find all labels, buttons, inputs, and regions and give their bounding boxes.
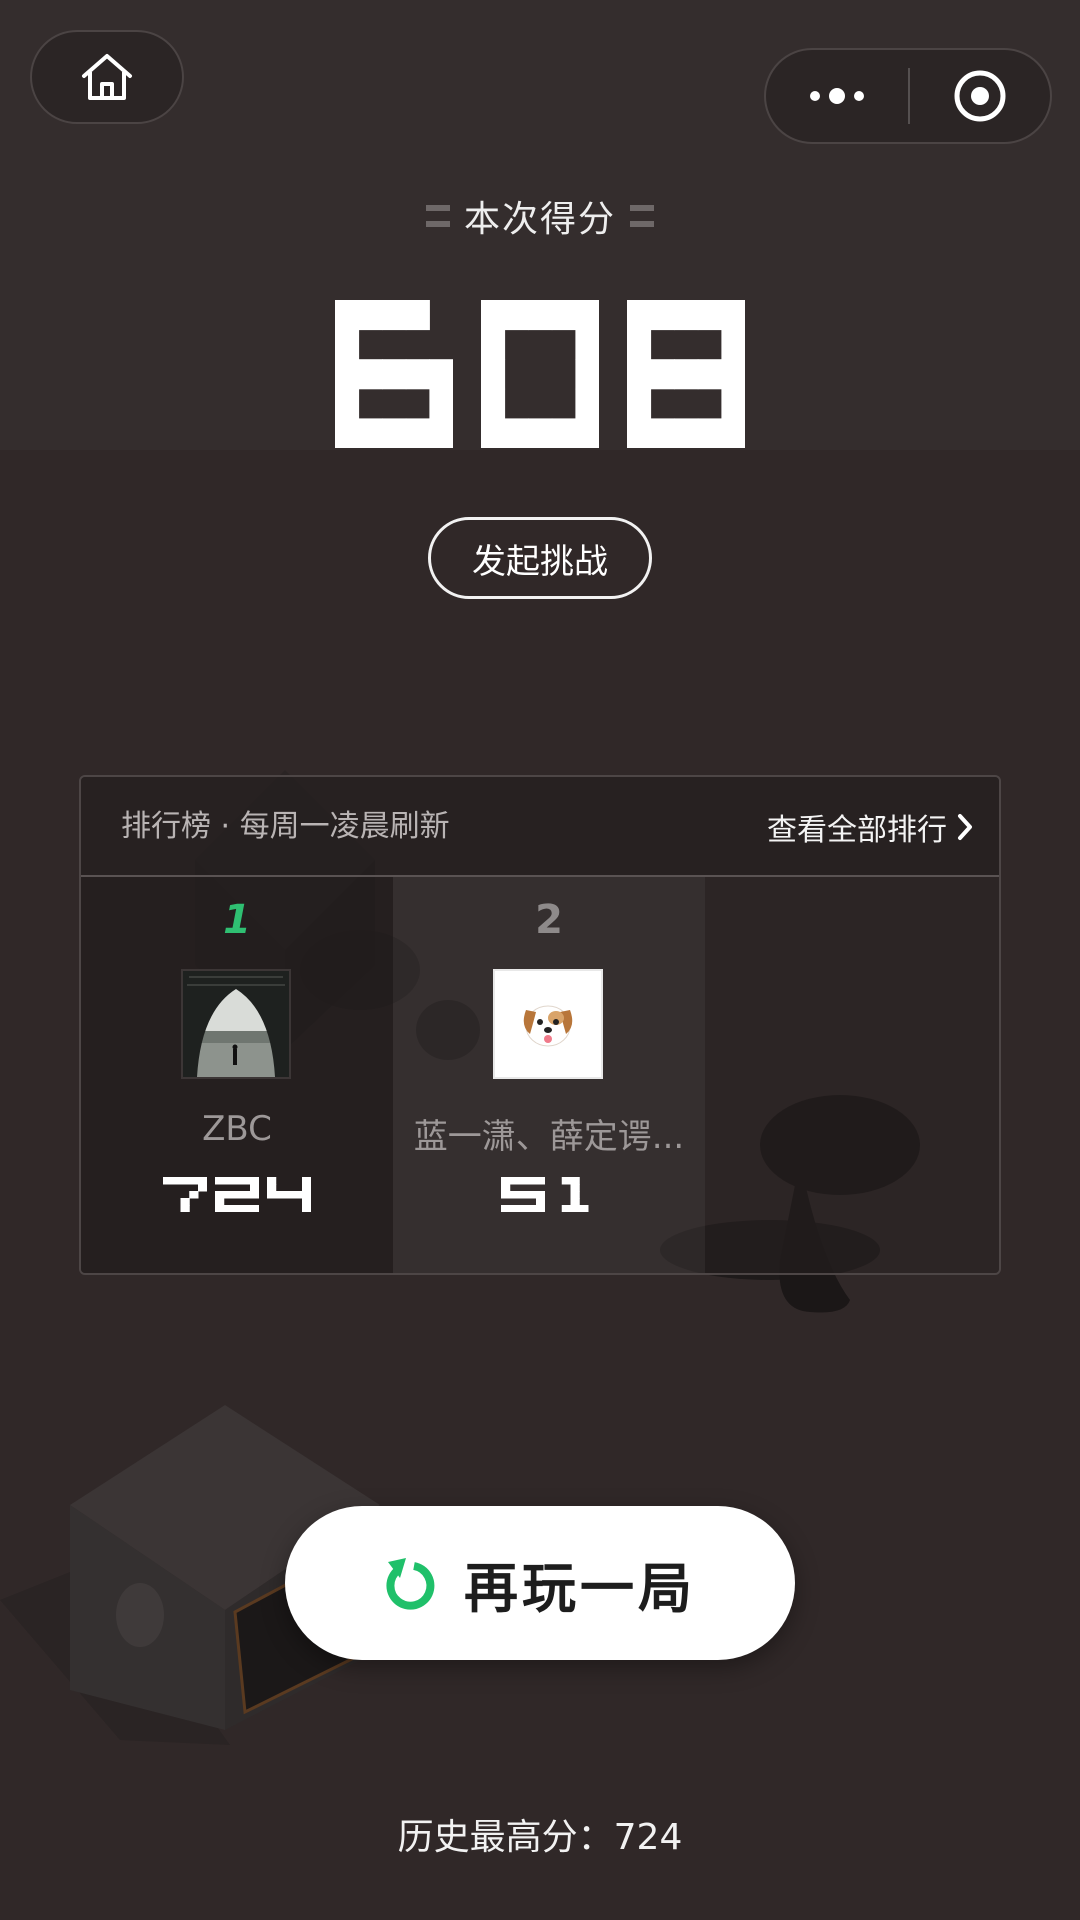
- score-digit-2: [627, 300, 745, 448]
- view-all-rankings-link[interactable]: 查看全部排行: [767, 777, 973, 877]
- player-name: 蓝一潇、薛定谔...: [413, 1117, 685, 1157]
- game-over-screen: 本次得分 发起挑战 1 ZBC 2 蓝一潇、薛定谔... 排行榜 · 每周一凌晨…: [0, 0, 1080, 1920]
- avatar: [493, 969, 603, 1079]
- dog-emoji: [523, 1005, 573, 1047]
- best-score: 历史最高分：724: [0, 1808, 1080, 1860]
- player-name: ZBC: [202, 1109, 272, 1149]
- player-score-value: [163, 1177, 311, 1212]
- play-again-label: 再玩一局: [464, 1556, 696, 1620]
- chevron-right-icon: [958, 814, 972, 840]
- close-button[interactable]: [910, 50, 1050, 142]
- mini-program-capsule: [764, 48, 1052, 144]
- play-again-button[interactable]: 再玩一局: [285, 1506, 795, 1660]
- more-button[interactable]: [766, 50, 908, 142]
- eiffel-tower-photo: [183, 971, 289, 1077]
- rank-number: 1: [223, 897, 251, 943]
- player-score: [393, 1177, 705, 1212]
- score-digit-0: [335, 300, 453, 448]
- rank-number: 2: [535, 897, 563, 943]
- title-ornament-right: [630, 205, 654, 227]
- avatar: [181, 969, 291, 1079]
- home-icon: [82, 54, 132, 100]
- best-score-label: 历史最高分：: [397, 1817, 614, 1858]
- view-all-label: 查看全部排行: [767, 813, 947, 848]
- leaderboard-entry-2: 2 蓝一潇、薛定谔...: [393, 877, 705, 1273]
- score-digit-1: [561, 1177, 589, 1212]
- record-close-icon: [954, 70, 1006, 122]
- score-digit-0: [163, 1177, 208, 1212]
- challenge-button[interactable]: 发起挑战: [428, 517, 652, 599]
- score-digit-0: [501, 1177, 545, 1212]
- score-title: 本次得分: [0, 190, 1080, 242]
- more-dots-icon: [810, 88, 864, 104]
- score-title-label: 本次得分: [463, 199, 616, 240]
- restart-icon: [386, 1558, 435, 1610]
- leaderboard-header: 排行榜 · 每周一凌晨刷新 查看全部排行: [81, 777, 999, 877]
- current-score: [0, 300, 1080, 448]
- score-digit-1: [215, 1177, 259, 1212]
- title-ornament-left: [425, 205, 450, 227]
- home-button[interactable]: [30, 30, 184, 124]
- score-digit-2: [266, 1177, 311, 1212]
- player-score-value: [501, 1177, 597, 1212]
- player-score: [81, 1177, 393, 1212]
- best-score-value: 724: [613, 1817, 683, 1858]
- leaderboard-title: 排行榜 · 每周一凌晨刷新: [121, 809, 450, 844]
- leaderboard-empty-slot: [705, 877, 999, 1273]
- leaderboard: 1 ZBC 2 蓝一潇、薛定谔... 排行榜 · 每周一凌晨刷新 查看全部排行: [79, 775, 1001, 1275]
- score-digit-1: [481, 300, 599, 448]
- leaderboard-entry-1: 1 ZBC: [81, 877, 393, 1273]
